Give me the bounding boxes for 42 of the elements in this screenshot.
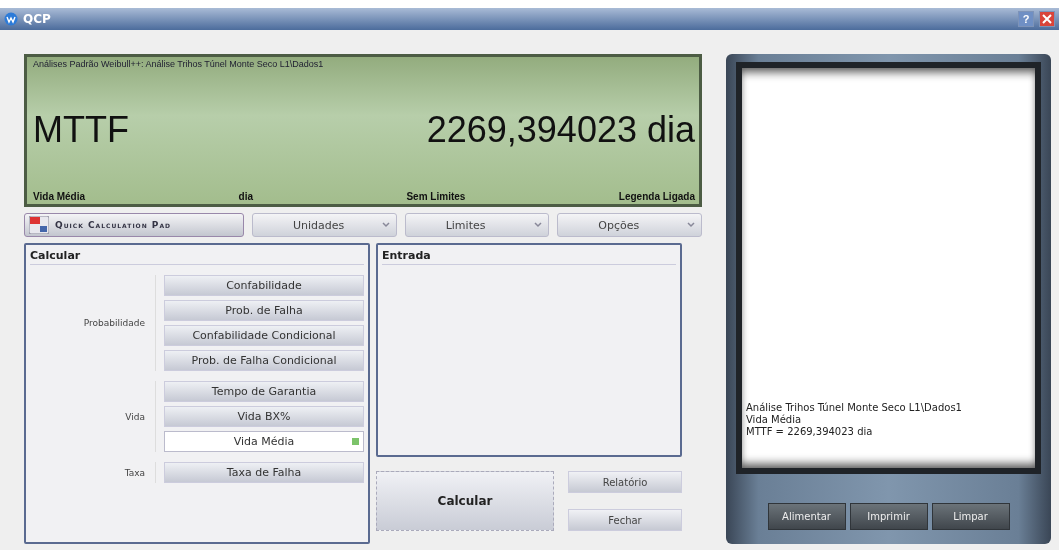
status-label: dia [238,191,253,202]
calculation-option[interactable]: Confabilidade Condicional [164,325,364,346]
app-logo-icon [4,12,18,26]
close-icon [1042,14,1052,24]
calculation-option[interactable]: Confabilidade [164,275,364,296]
calculation-option[interactable]: Vida Média [164,431,364,452]
dropdown-menu[interactable]: Unidades [252,213,397,237]
action-button[interactable]: Fechar [568,509,682,531]
category-label: Taxa [123,467,146,478]
status-label: Sem Limites [406,191,466,202]
printer-button[interactable]: Alimentar [767,503,846,530]
calculation-option[interactable]: Tempo de Garantia [164,381,364,402]
action-button[interactable]: Relatório [568,471,682,493]
status-label: Legenda Ligada [618,191,695,202]
close-button[interactable] [1039,11,1055,27]
calculate-button[interactable]: Calcular [376,471,554,531]
calculation-option[interactable]: Prob. de Falha Condicional [164,350,364,371]
result-value: 2269,394023 dia [426,109,695,151]
printer-button[interactable]: Limpar [931,503,1010,530]
calculation-option[interactable]: Taxa de Falha [164,462,364,483]
printout-line: Vida Média [746,414,803,426]
brand-button[interactable]: Quick Calculation Pad [24,213,244,237]
source-label: Análises Padrão Weibull++: Análise Trihos Túnel Monte Seco L1\Dados1 [33,59,325,69]
caret-icon [687,222,695,228]
dropdown-menu[interactable]: Limites [404,213,550,237]
dropdown-menu[interactable]: Opções [557,213,702,237]
calculator-logo-icon [29,216,49,234]
printout-line: Análise Trihos Túnel Monte Seco L1\Dados1 [746,402,963,414]
metric-label: MTTF [33,109,129,151]
selected-indicator-icon [352,438,359,445]
calculation-option[interactable]: Vida BX% [164,406,364,427]
status-label: Vida Média [33,191,86,202]
category-label: Vida [124,411,146,422]
printout-line: MTTF = 2269,394023 dia [746,426,874,438]
window-title: QCP [23,12,52,26]
category-label: Probabilidade [82,318,146,328]
caret-icon [534,222,543,228]
group-title: Entrada [382,249,676,265]
printer-button[interactable]: Imprimir [849,503,928,530]
calculation-option[interactable]: Prob. de Falha [164,300,364,321]
group-title: Calcular [30,249,364,265]
caret-icon [381,222,390,228]
